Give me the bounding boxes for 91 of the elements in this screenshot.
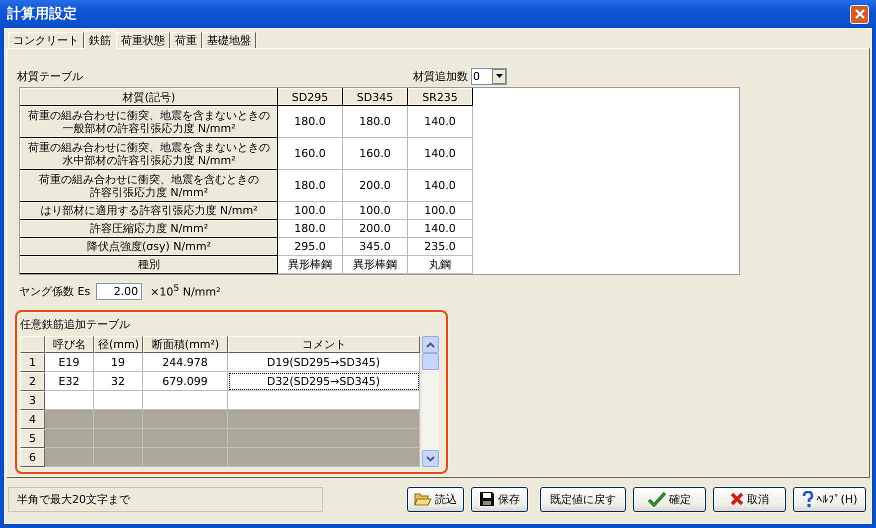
table-cell: 180.0 [278, 220, 342, 238]
table-cell[interactable]: 19 [94, 353, 143, 372]
corner-header [20, 336, 45, 353]
table-cell[interactable]: 244.978 [143, 353, 228, 372]
help-button[interactable]: ﾍﾙﾌﾟ(H) [793, 486, 866, 512]
table-cell: 異形棒鋼 [342, 256, 408, 274]
table-cell: 160.0 [278, 138, 342, 170]
table-cell[interactable] [143, 429, 228, 448]
table-cell: 100.0 [342, 202, 408, 220]
table-cell[interactable] [143, 410, 228, 429]
table-cell: 140.0 [408, 138, 472, 170]
table-cell[interactable]: D32(SD295→SD345) [228, 372, 420, 391]
row-label: 一般部材の許容引張応力度 N/mm² [62, 122, 236, 134]
column-header: 断面積(mm²) [143, 336, 228, 353]
ok-button[interactable]: 確定 [633, 486, 706, 512]
table-cell[interactable]: E32 [45, 372, 94, 391]
table-cell[interactable] [94, 448, 143, 467]
row-label: はり部材に適用する許容引張応力度 N/mm² [40, 204, 258, 217]
row-label: 荷重の組み合わせに衝突、地震を含まないときの [28, 108, 270, 122]
table-cell[interactable]: 679.099 [143, 372, 228, 391]
row-header: 2 [20, 372, 45, 391]
column-header: 呼び名 [45, 336, 94, 353]
column-header: 材質(記号) [20, 88, 278, 106]
column-header: SD295 [278, 88, 342, 106]
row-header: 4 [20, 410, 45, 429]
row-label: 荷重の組み合わせに衝突、地震を含むときの [39, 172, 259, 186]
table-cell: 140.0 [408, 170, 472, 202]
row-label: 種別 [138, 258, 160, 271]
column-header: 径(mm) [94, 336, 143, 353]
count-dropdown[interactable]: 0 [471, 68, 507, 84]
scrollbar[interactable] [422, 336, 439, 467]
table-cell: 235.0 [408, 238, 472, 256]
row-label: 降伏点強度(σsy) N/mm² [86, 240, 212, 253]
cancel-button[interactable]: 取消 [713, 486, 786, 512]
row-label: 荷重の組み合わせに衝突、地震を含まないときの [28, 140, 270, 154]
save-button[interactable]: 保存 [471, 486, 528, 512]
table-cell: 140.0 [408, 220, 472, 238]
section-title: 任意鉄筋追加テーブル [20, 317, 131, 333]
table-cell[interactable]: E19 [45, 353, 94, 372]
table-cell: 295.0 [278, 238, 342, 256]
field-label: ヤング係数 Es [19, 284, 90, 298]
table-cell[interactable] [94, 410, 143, 429]
row-header: 1 [20, 353, 45, 372]
table-cell: 140.0 [408, 106, 472, 138]
question-mark-icon [802, 490, 814, 508]
row-header: 3 [20, 391, 45, 410]
scroll-down-icon [426, 456, 435, 462]
window-title: 計算用設定 [7, 5, 77, 23]
table-cell: 180.0 [278, 106, 342, 138]
table-cell[interactable]: D19(SD295→SD345) [228, 353, 420, 372]
close-button[interactable] [850, 4, 869, 24]
row-label: 許容引張応力度 N/mm² [90, 186, 208, 198]
table-cell: 100.0 [408, 202, 472, 220]
folder-icon [414, 491, 432, 507]
reset-button[interactable]: 既定値に戻す [540, 486, 626, 512]
table-cell: 丸鋼 [408, 256, 472, 274]
table-cell: 200.0 [342, 170, 408, 202]
row-label: 水中部材の許容引張応力度 N/mm² [62, 154, 236, 166]
table-cell: 160.0 [342, 138, 408, 170]
column-header: コメント [228, 336, 420, 353]
table-cell: 180.0 [342, 106, 408, 138]
x-icon [730, 492, 744, 506]
check-icon [648, 491, 666, 507]
table-cell: 異形棒鋼 [278, 256, 342, 274]
column-header: SD345 [342, 88, 408, 106]
dropdown-arrow-icon [496, 74, 502, 78]
table-cell: 345.0 [342, 238, 408, 256]
load-button[interactable]: 読込 [407, 486, 464, 512]
table-cell: 180.0 [278, 170, 342, 202]
tab[interactable]: 鉄筋 [84, 30, 116, 49]
table-cell[interactable] [94, 429, 143, 448]
field-label: 材質追加数 [413, 68, 468, 84]
table-cell[interactable] [143, 448, 228, 467]
section-title: 材質テーブル [17, 68, 83, 84]
tab[interactable]: 荷重状態 [116, 32, 170, 48]
unit-label: ×10$^{5}$ N/mm² [150, 283, 221, 299]
column-header: SR235 [408, 88, 472, 106]
close-icon [854, 8, 866, 20]
table-cell[interactable]: 32 [94, 372, 143, 391]
scroll-up-icon [426, 342, 435, 348]
tab[interactable]: 基礎地盤 [202, 32, 256, 48]
tab[interactable]: コンクリート [8, 32, 84, 48]
input-field[interactable]: 2.00 [96, 282, 142, 300]
table-cell: 100.0 [278, 202, 342, 220]
row-label: 許容圧縮応力度 N/mm² [90, 222, 208, 235]
scroll-thumb[interactable] [422, 353, 439, 370]
row-header: 6 [20, 448, 45, 467]
table-cell: 200.0 [342, 220, 408, 238]
status-text: 半角で最大20文字まで [17, 492, 130, 506]
tab[interactable]: 荷重 [170, 32, 202, 48]
row-header: 5 [20, 429, 45, 448]
